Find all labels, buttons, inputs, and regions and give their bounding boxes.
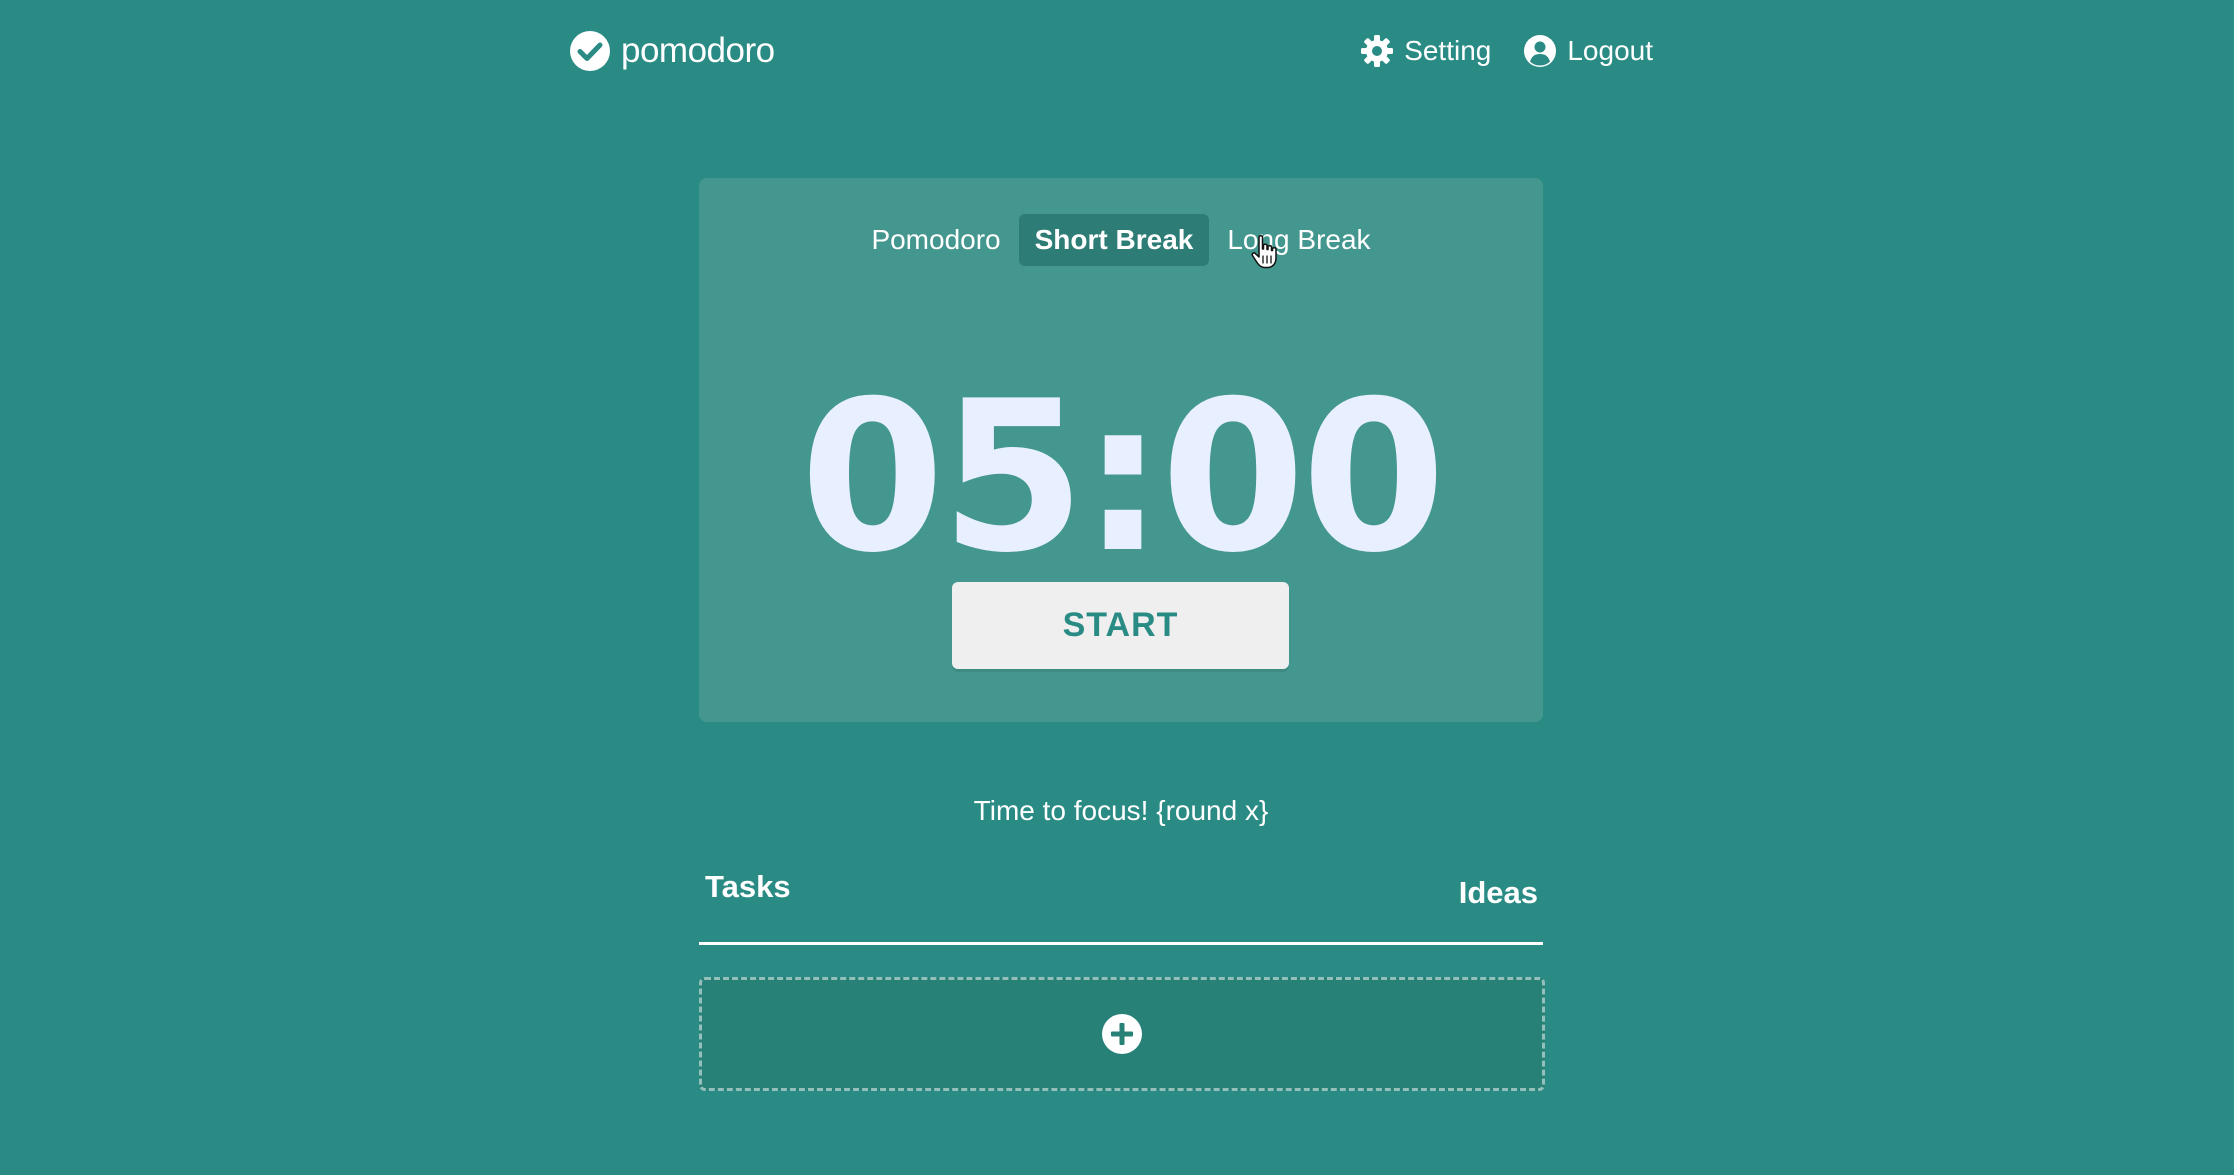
add-task-button[interactable] <box>699 977 1545 1091</box>
gear-icon <box>1361 35 1394 67</box>
check-circle-icon <box>570 31 610 71</box>
round-message: Time to focus! {round x} <box>973 795 1269 826</box>
task-tabs: Tasks Ideas <box>699 862 1543 945</box>
start-button[interactable]: START <box>952 582 1289 669</box>
app-header: pomodoro Setting Logout <box>569 24 1653 78</box>
setting-button[interactable]: Setting <box>1360 34 1491 68</box>
mode-pomodoro[interactable]: Pomodoro <box>855 214 1016 266</box>
logout-label: Logout <box>1567 35 1653 66</box>
mode-long-break[interactable]: Long Break <box>1211 214 1386 266</box>
plus-circle-icon <box>1102 1014 1142 1054</box>
mode-switcher: Pomodoro Short Break Long Break <box>699 213 1543 267</box>
setting-label: Setting <box>1404 35 1492 66</box>
header-nav: Setting Logout <box>1328 24 1653 78</box>
mode-short-break[interactable]: Short Break <box>1018 214 1210 266</box>
timer-card: Pomodoro Short Break Long Break 05:00 ST… <box>699 178 1543 722</box>
logout-button[interactable]: Logout <box>1523 34 1653 68</box>
user-circle-icon <box>1524 35 1557 67</box>
tab-tasks[interactable]: Tasks <box>705 869 791 905</box>
brand-link[interactable]: pomodoro <box>569 24 775 78</box>
tab-ideas[interactable]: Ideas <box>1459 875 1538 911</box>
timer-display: 05:00 <box>799 357 1446 599</box>
pomodoro-app: pomodoro Setting Logout Pomodoro Short B… <box>0 0 2234 1175</box>
brand-name: pomodoro <box>621 31 775 70</box>
